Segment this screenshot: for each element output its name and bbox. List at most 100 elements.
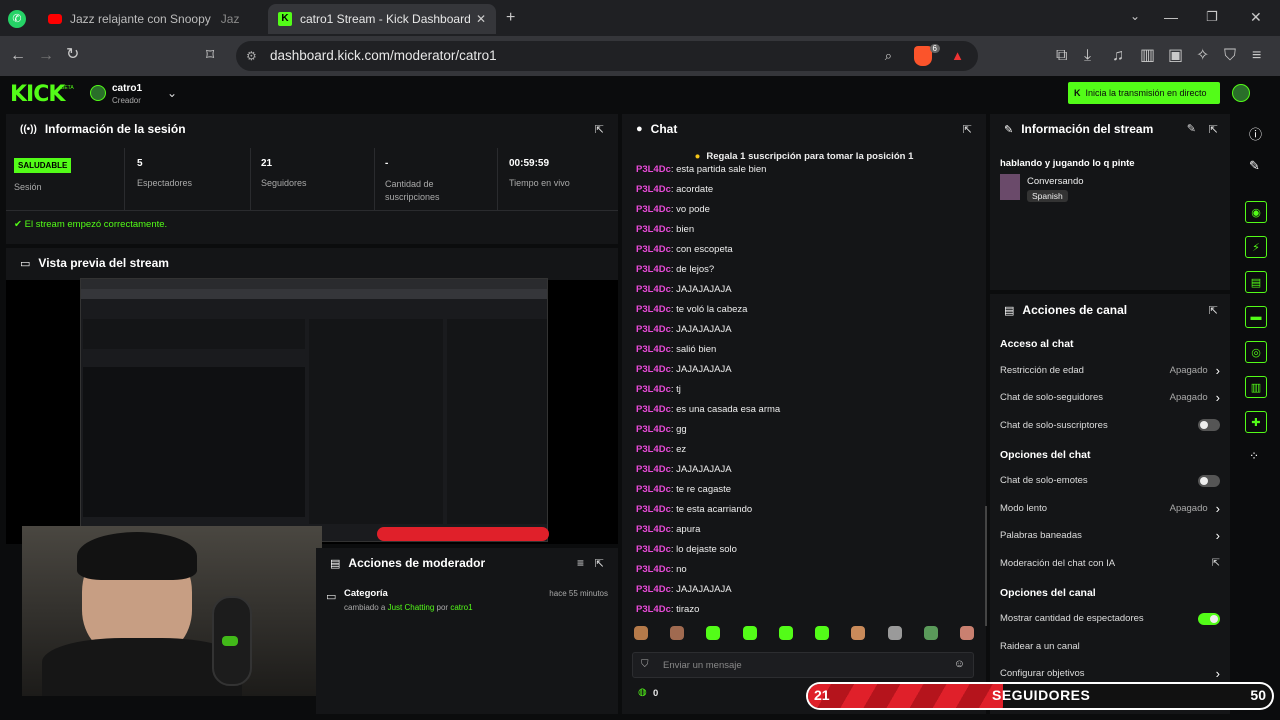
address-bar[interactable]: ⚙ dashboard.kick.com/moderator/catro1 ⌕ … [236,41,978,71]
chat-username[interactable]: P3L4Dc [636,184,671,195]
pinned-banner[interactable]: ● Regala 1 suscripción para tomar la pos… [622,148,986,164]
chat-message[interactable]: P3L4Dc: ez [636,444,686,455]
chevron-right-icon[interactable]: › [1216,363,1220,378]
chat-message[interactable]: P3L4Dc: de lejos? [636,264,714,275]
channel-setting-row[interactable]: Configurar objetivos › [1000,666,1220,682]
channel-setting-row[interactable]: Mostrar cantidad de espectadores [1000,611,1220,627]
forward-icon[interactable]: → [38,48,54,64]
channel-setting-row[interactable]: Palabras baneadas › [1000,528,1220,544]
chat-username[interactable]: P3L4Dc [636,264,671,275]
chat-message[interactable]: P3L4Dc: te voló la cabeza [636,304,747,315]
chat-username[interactable]: P3L4Dc [636,324,671,335]
site-info-icon[interactable]: ⚙ [246,49,257,63]
chat-message[interactable]: P3L4Dc: JAJAJAJAJA [636,464,732,475]
chat-username[interactable]: P3L4Dc [636,424,671,435]
chat-message[interactable]: P3L4Dc: te re cagaste [636,484,731,495]
chat-message[interactable]: P3L4Dc: con escopeta [636,244,733,255]
chat-message[interactable]: P3L4Dc: es una casada esa arma [636,404,780,415]
external-link-icon[interactable]: ⇱ [1212,558,1220,569]
popout-icon[interactable]: ⇱ [595,123,604,136]
chat-username[interactable]: P3L4Dc [636,524,671,535]
restore-icon[interactable]: ❐ [1206,10,1218,23]
chat-username[interactable]: P3L4Dc [636,384,671,395]
kick-logo[interactable]: KICK [10,82,65,107]
layout-icon[interactable]: ⁘ [1249,449,1259,463]
chat-username[interactable]: P3L4Dc [636,284,671,295]
tab-close-icon[interactable]: ✕ [476,12,486,26]
chat-username[interactable]: P3L4Dc [636,164,671,175]
chat-message[interactable]: P3L4Dc: JAJAJAJAJA [636,364,732,375]
broadcast-icon[interactable]: ◎ [1245,341,1267,363]
chat-icon[interactable]: ▬ [1245,306,1267,328]
emote-icon[interactable] [634,626,648,640]
new-tab-icon[interactable]: + [506,10,515,26]
channel-setting-row[interactable]: Chat de solo-seguidores Apagado › [1000,390,1220,406]
chevron-right-icon[interactable]: › [1216,666,1220,681]
emote-icon[interactable] [778,626,793,640]
channel-setting-row[interactable]: Chat de solo-emotes [1000,473,1220,489]
minimize-icon[interactable]: — [1164,10,1178,24]
toggle-switch[interactable] [1198,612,1220,625]
whatsapp-icon[interactable]: ✆ [8,10,26,28]
emote-icon[interactable] [670,626,685,640]
leo-ai-icon[interactable]: ✧ [1196,48,1209,64]
chat-scrollbar[interactable] [985,506,987,626]
tab-kick-dashboard[interactable]: K catro1 Stream - Kick Dashboard ✕ [268,4,496,34]
chat-username[interactable]: P3L4Dc [636,404,671,415]
profile-avatar[interactable] [1232,84,1250,102]
media-icon[interactable]: ♫ [1112,48,1124,64]
chat-username[interactable]: P3L4Dc [636,244,671,255]
edit-icon[interactable]: ✎ [1187,122,1196,135]
chat-username[interactable]: P3L4Dc [636,604,671,615]
chat-username[interactable]: P3L4Dc [636,484,671,495]
chat-message[interactable]: P3L4Dc: bien [636,224,694,235]
channel-setting-row[interactable]: Modo lento Apagado › [1000,500,1220,516]
wallet-icon[interactable]: ▣ [1168,48,1183,64]
emote-icon[interactable] [851,626,866,640]
channel-setting-row[interactable]: Chat de solo-suscriptores [1000,417,1220,433]
chat-message[interactable]: P3L4Dc: salió bien [636,344,716,355]
menu-icon[interactable]: ≡ [1252,48,1261,64]
chat-message[interactable]: P3L4Dc: JAJAJAJAJA [636,284,732,295]
chat-message[interactable]: P3L4Dc: no [636,564,687,575]
emoji-icon[interactable]: ☺ [954,658,965,670]
tab-jazz[interactable]: Jazz relajante con Snoopy Jaz [38,4,258,34]
chat-username[interactable]: P3L4Dc [636,584,671,595]
chat-username[interactable]: P3L4Dc [636,344,671,355]
popout-icon[interactable]: ⇱ [1209,123,1218,136]
emote-icon[interactable] [706,626,721,640]
popout-icon[interactable]: ⇱ [963,123,972,136]
info-icon[interactable]: ⓘ [1249,124,1262,143]
mod-item-user[interactable]: catro1 [450,603,472,612]
chat-message[interactable]: P3L4Dc: JAJAJAJAJA [636,324,732,335]
chat-message[interactable]: P3L4Dc: JAJAJAJAJA [636,584,732,595]
document-icon[interactable]: ▤ [1245,271,1267,293]
chevron-right-icon[interactable]: › [1216,501,1220,516]
chevron-right-icon[interactable]: › [1216,528,1220,543]
chevron-right-icon[interactable]: › [1216,390,1220,405]
chat-message[interactable]: P3L4Dc: esta partida sale bien [636,164,766,175]
chat-username[interactable]: P3L4Dc [636,564,671,575]
brave-rewards-icon[interactable]: ▲ [951,48,964,63]
chat-username[interactable]: P3L4Dc [636,364,671,375]
chat-message[interactable]: P3L4Dc: gg [636,424,687,435]
bookmark-icon[interactable]: ⌑ [206,48,214,64]
back-icon[interactable]: ← [10,48,26,64]
chat-message[interactable]: P3L4Dc: tirazo [636,604,699,615]
server-icon[interactable]: ▥ [1245,376,1267,398]
emote-icon[interactable] [887,626,902,640]
download-icon[interactable]: ⤓ [1084,48,1091,64]
zoom-icon[interactable]: ⌕ [885,48,892,64]
chat-message[interactable]: P3L4Dc: te esta acarriando [636,504,752,515]
camera-icon[interactable]: ◉ [1245,201,1267,223]
emote-icon[interactable] [923,626,938,640]
channel-setting-row[interactable]: Moderación del chat con IA ⇱ [1000,555,1220,571]
chat-username[interactable]: P3L4Dc [636,444,671,455]
channel-setting-row[interactable]: Raidear a un canal [1000,638,1220,654]
popout-icon[interactable]: ⇱ [1209,304,1218,317]
emote-icon[interactable] [742,626,757,640]
chat-message[interactable]: P3L4Dc: vo pode [636,204,710,215]
chat-message[interactable]: P3L4Dc: lo dejaste solo [636,544,737,555]
chat-message[interactable]: P3L4Dc: acordate [636,184,713,195]
bolt-icon[interactable]: ⚡ [1245,236,1267,258]
